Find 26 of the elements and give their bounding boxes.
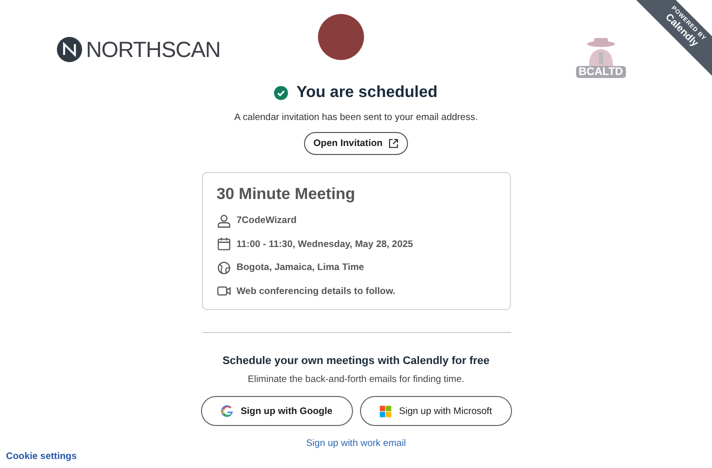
google-signup-button[interactable]: Sign up with Google xyxy=(200,396,352,426)
event-title: 30 Minute Meeting xyxy=(216,186,356,204)
confirmation-message: A calendar invitation has been sent to your email address. xyxy=(234,112,478,123)
partner-logo-text: BCALTD xyxy=(576,66,626,78)
microsoft-signup-button[interactable]: Sign up with Microsoft xyxy=(360,396,512,426)
calendar-icon xyxy=(216,237,230,252)
event-detail: 7CodeWizard xyxy=(236,215,297,226)
company-logo-text: NORTHSCAN xyxy=(86,36,220,62)
video-camera-icon xyxy=(216,284,230,298)
globe-icon xyxy=(216,260,230,275)
microsoft-logo-icon xyxy=(379,404,392,418)
external-link-icon xyxy=(388,138,399,149)
person-icon xyxy=(216,214,230,228)
google-logo-icon xyxy=(220,404,234,418)
event-detail: 11:00 - 11:30, Wednesday, May 28, 2025 xyxy=(236,238,414,250)
avatar xyxy=(318,14,364,60)
event-detail: Bogota, Jamaica, Lima Time xyxy=(236,262,364,274)
promo-headline: Schedule your own meetings with Calendly for free xyxy=(222,355,490,367)
event-detail: Web conferencing details to follow. xyxy=(236,286,396,297)
cookie-settings-link[interactable]: Cookie settings xyxy=(6,451,77,462)
company-logo-icon xyxy=(56,36,83,63)
promo-subtext: Eliminate the back-and-forth emails for finding time. xyxy=(248,374,464,385)
open-invitation-button[interactable]: Open Invitation xyxy=(304,132,408,155)
work-email-signup-link[interactable]: Sign up with work email xyxy=(306,438,406,449)
confirmation-title: You are scheduled xyxy=(296,84,438,102)
check-circle-icon xyxy=(274,86,288,100)
